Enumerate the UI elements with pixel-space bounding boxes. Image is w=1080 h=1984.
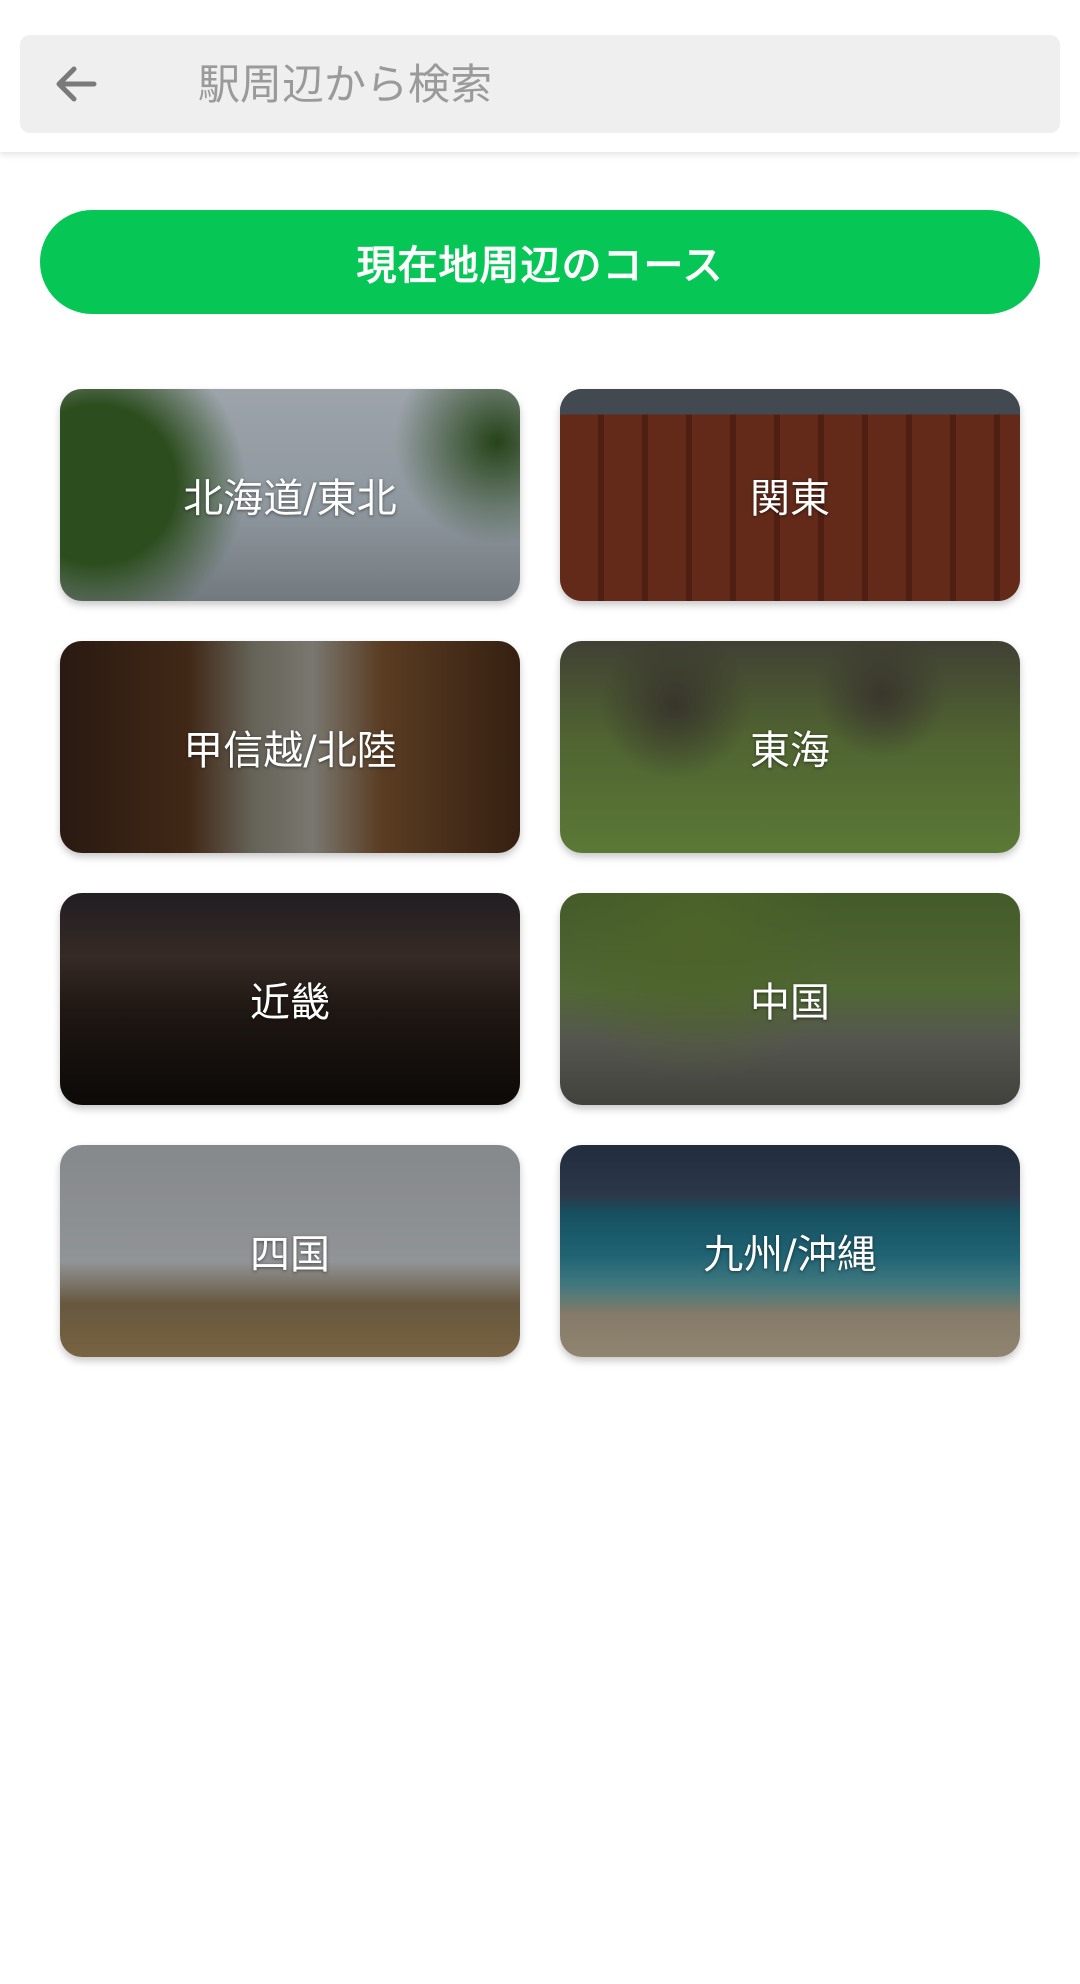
region-card-kyushu-okinawa[interactable]: 九州/沖縄 xyxy=(560,1145,1020,1357)
region-card-hokkaido-tohoku[interactable]: 北海道/東北 xyxy=(60,389,520,601)
region-label: 近畿 xyxy=(250,980,330,1026)
region-card-koshinetsu-hokuriku[interactable]: 甲信越/北陸 xyxy=(60,641,520,853)
region-card-kanto[interactable]: 関東 xyxy=(560,389,1020,601)
nearby-courses-button[interactable]: 現在地周辺のコース xyxy=(40,210,1040,314)
region-label: 中国 xyxy=(750,980,830,1026)
region-card-chugoku[interactable]: 中国 xyxy=(560,893,1020,1105)
search-bar xyxy=(20,35,1060,133)
back-button[interactable] xyxy=(48,56,104,112)
region-card-shikoku[interactable]: 四国 xyxy=(60,1145,520,1357)
region-label: 北海道/東北 xyxy=(183,476,397,522)
nearby-courses-label: 現在地周辺のコース xyxy=(356,243,724,289)
region-label: 四国 xyxy=(250,1232,330,1278)
arrow-left-icon xyxy=(56,66,97,102)
region-card-kinki[interactable]: 近畿 xyxy=(60,893,520,1105)
station-search-input[interactable] xyxy=(198,49,1018,119)
region-card-tokai[interactable]: 東海 xyxy=(560,641,1020,853)
region-label: 東海 xyxy=(750,728,830,774)
app-header xyxy=(0,0,1080,152)
region-label: 九州/沖縄 xyxy=(703,1232,877,1278)
region-label: 甲信越/北陸 xyxy=(183,728,397,774)
region-label: 関東 xyxy=(750,476,830,522)
